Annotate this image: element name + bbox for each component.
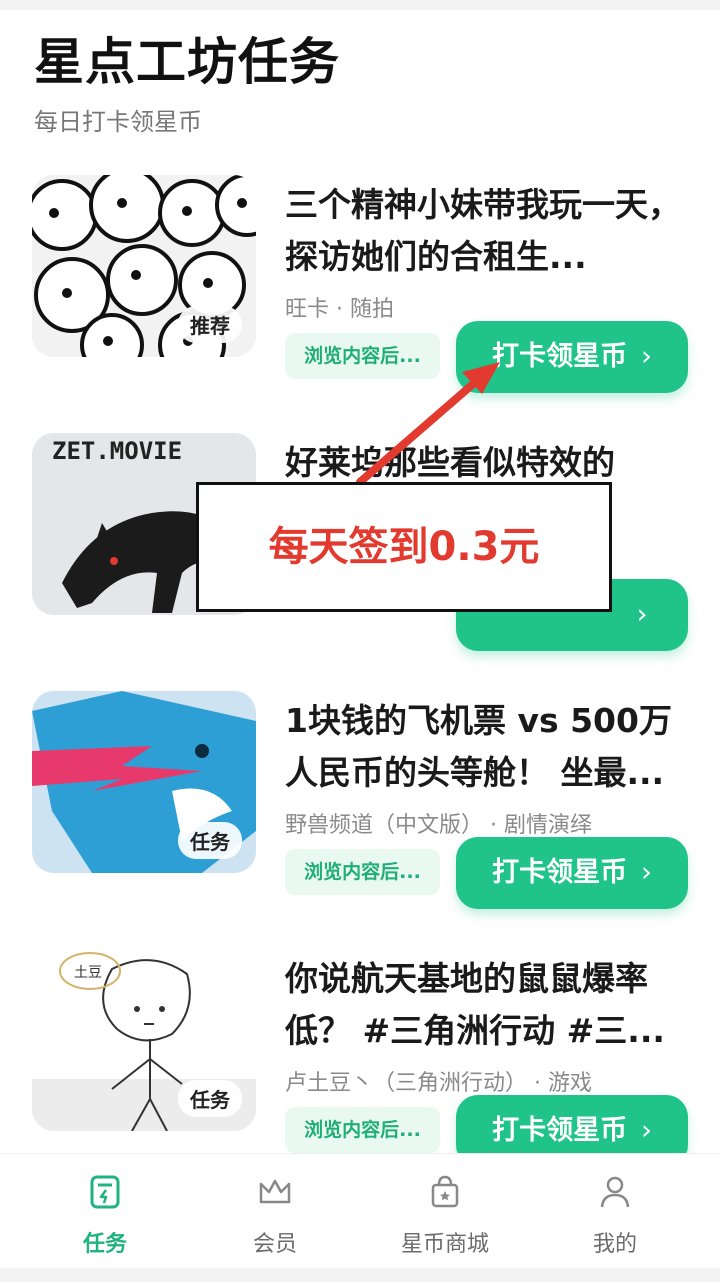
nav-tab-shop[interactable]: 星币商城: [355, 1172, 535, 1258]
person-icon: [600, 1176, 630, 1208]
crown-icon: [259, 1179, 291, 1204]
shop-bag-icon: [431, 1175, 459, 1208]
nav-label: 任务: [82, 1232, 127, 1257]
nav-label: 我的: [592, 1232, 637, 1257]
nav-tab-tasks[interactable]: 任务: [15, 1172, 195, 1258]
nav-tab-member[interactable]: 会员: [185, 1172, 365, 1258]
nav-label: 会员: [252, 1232, 297, 1257]
task-icon: [90, 1175, 120, 1209]
system-nav-strip: [0, 1268, 720, 1282]
annotation-box: 每天签到0.3元: [196, 482, 612, 612]
bottom-nav: 任务 会员 星币商城 我的: [0, 1153, 720, 1283]
nav-label: 星币商城: [400, 1232, 489, 1257]
annotation-text: 每天签到0.3元: [268, 524, 540, 570]
nav-tab-mine[interactable]: 我的: [525, 1172, 705, 1258]
red-arrow-annotation: [356, 362, 500, 486]
